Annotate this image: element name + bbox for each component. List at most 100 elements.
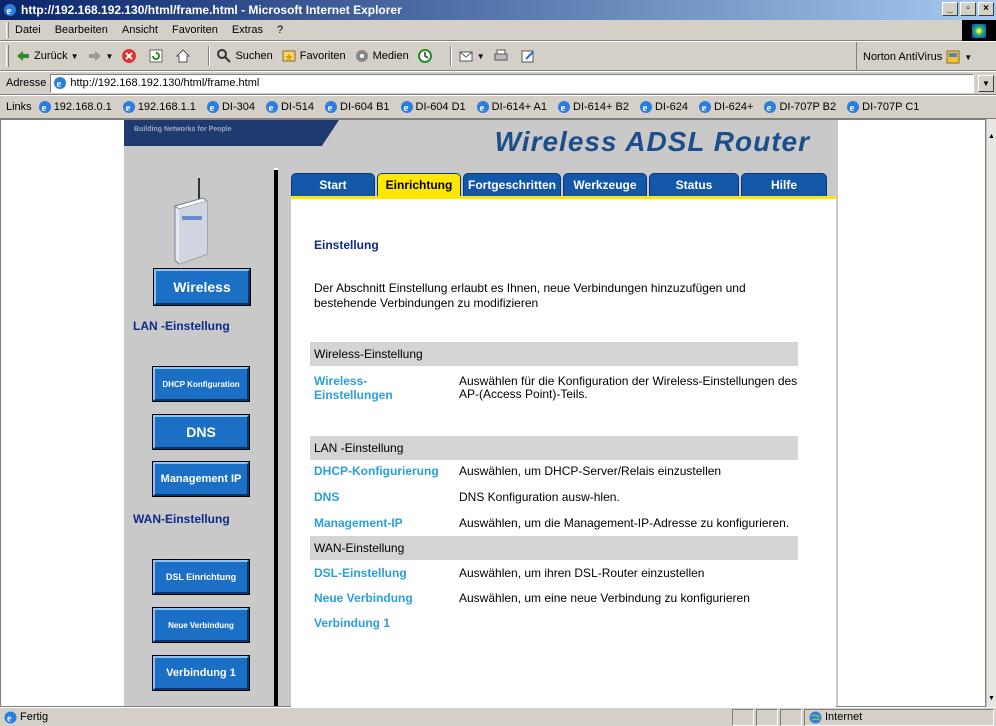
svg-text:e: e <box>850 102 855 114</box>
close-button[interactable]: × <box>978 2 994 16</box>
toolbar-separator <box>449 46 452 66</box>
links-label: Links <box>6 101 32 113</box>
minimize-button[interactable]: _ <box>942 2 958 16</box>
tab-einrichtung[interactable]: Einrichtung <box>377 173 461 197</box>
favorites-button[interactable]: Favoriten <box>281 48 346 64</box>
back-label: Zurück <box>34 50 68 62</box>
links-item[interactable]: e DI-304 <box>206 100 255 114</box>
scroll-down-icon[interactable]: ▼ <box>987 691 996 705</box>
menu-extras[interactable]: Extras <box>232 24 263 36</box>
link-page-icon: e <box>38 101 51 114</box>
links-item[interactable]: e DI-614+ B2 <box>557 100 629 114</box>
maximize-button[interactable]: ▫ <box>960 2 976 16</box>
link-page-icon: e <box>764 101 777 114</box>
link-new-connection[interactable]: Neue Verbindung <box>314 591 454 605</box>
link-wireless-settings[interactable]: Wireless-Einstellungen <box>314 374 424 402</box>
link-page-icon: e <box>476 101 489 114</box>
home-button[interactable] <box>175 48 194 64</box>
stop-button[interactable] <box>121 48 140 64</box>
links-item[interactable]: e DI-707P B2 <box>763 100 836 114</box>
links-bar: Links e 192.168.0.1 e 192.168.1.1 e DI-304 e DI… <box>0 95 996 119</box>
address-url: http://192.168.192.130/html/frame.html <box>70 77 260 89</box>
links-item-label: DI-604 B1 <box>340 101 390 113</box>
menu-datei[interactable]: Datei <box>15 24 41 36</box>
link-dhcp[interactable]: DHCP-Konfigurierung <box>314 464 454 478</box>
link-dns[interactable]: DNS <box>314 490 454 504</box>
search-button[interactable]: Suchen <box>216 48 273 64</box>
refresh-icon <box>149 49 163 63</box>
history-button[interactable] <box>417 48 436 64</box>
status-pane <box>780 708 802 726</box>
menu-bar: Datei Bearbeiten Ansicht Favoriten Extra… <box>0 20 996 41</box>
banner-tagline: Building Networks for People <box>134 126 232 133</box>
svg-text:e: e <box>57 78 62 90</box>
vertical-scrollbar[interactable]: ▲ ▼ <box>986 119 996 707</box>
nav-new-connection-button[interactable]: Neue Verbindung <box>153 608 249 642</box>
stop-icon <box>122 49 137 63</box>
svg-text:e: e <box>767 102 772 114</box>
links-item[interactable]: e 192.168.0.1 <box>38 100 112 114</box>
link-dsl[interactable]: DSL-Einstellung <box>314 566 454 580</box>
edit-button[interactable] <box>520 48 539 64</box>
page-title: Einstellung <box>314 238 379 252</box>
links-item[interactable]: e DI-514 <box>265 100 314 114</box>
section-lan: LAN -Einstellung <box>310 436 798 460</box>
link-connection1[interactable]: Verbindung 1 <box>314 616 454 630</box>
address-dropdown-button[interactable]: ▼ <box>978 74 994 92</box>
menu-help[interactable]: ? <box>277 24 283 36</box>
svg-text:e: e <box>479 102 484 114</box>
links-item[interactable]: e DI-624 <box>639 100 688 114</box>
tab-status[interactable]: Status <box>649 173 739 197</box>
favorites-label: Favoriten <box>299 50 346 62</box>
tab-fortgeschritten[interactable]: Fortgeschritten <box>463 173 561 197</box>
search-label: Suchen <box>235 50 273 62</box>
forward-button[interactable]: ▼ <box>87 48 113 64</box>
links-item[interactable]: e DI-604 B1 <box>324 100 390 114</box>
nav-dhcp-button[interactable]: DHCP Konfiguration <box>153 367 249 401</box>
tab-start[interactable]: Start <box>291 173 375 197</box>
link-page-icon: e <box>400 101 413 114</box>
links-item[interactable]: e DI-614+ A1 <box>476 100 547 114</box>
media-label: Medien <box>372 50 409 62</box>
svg-text:e: e <box>642 102 647 114</box>
links-item[interactable]: e DI-707P C1 <box>846 100 919 114</box>
nav-dsl-button[interactable]: DSL Einrichtung <box>153 560 249 594</box>
print-button[interactable] <box>493 48 512 64</box>
link-page-icon: e <box>206 101 219 114</box>
windows-logo-icon <box>962 20 996 41</box>
nav-management-ip-button[interactable]: Management IP <box>153 462 249 496</box>
section-wan: WAN-Einstellung <box>310 536 798 560</box>
nav-lan-heading: LAN -Einstellung <box>133 319 230 333</box>
link-page-icon: e <box>265 101 278 114</box>
mail-button[interactable]: ▼ <box>458 48 485 64</box>
nav-connection1-button[interactable]: Verbindung 1 <box>153 656 249 690</box>
links-item[interactable]: e DI-604 D1 <box>400 100 466 114</box>
nav-wireless-button[interactable]: Wireless <box>154 269 250 305</box>
address-input[interactable]: e http://192.168.192.130/html/frame.html <box>50 73 974 93</box>
back-arrow-icon <box>17 51 29 61</box>
page-icon: e <box>54 77 67 90</box>
tab-hilfe[interactable]: Hilfe <box>741 173 827 197</box>
scroll-up-icon[interactable]: ▲ <box>987 129 996 143</box>
link-page-icon: e <box>847 101 860 114</box>
links-item[interactable]: e DI-624+ <box>698 100 753 114</box>
norton-dropdown-icon: ▼ <box>964 52 973 62</box>
menu-favoriten[interactable]: Favoriten <box>172 24 218 36</box>
tab-werkzeuge[interactable]: Werkzeuge <box>563 173 647 197</box>
router-device-icon <box>173 178 209 265</box>
toolbar-grip <box>6 45 9 67</box>
menu-bearbeiten[interactable]: Bearbeiten <box>55 24 108 36</box>
back-button[interactable]: Zurück ▼ <box>15 48 79 64</box>
norton-antivirus-button[interactable]: Norton AntiVirus ▼ <box>856 42 996 72</box>
refresh-button[interactable] <box>148 48 167 64</box>
status-bar: e Fertig Internet <box>0 707 996 726</box>
links-item[interactable]: e 192.168.1.1 <box>122 100 196 114</box>
link-management-ip[interactable]: Management-IP <box>314 516 454 530</box>
nav-dns-button[interactable]: DNS <box>153 415 249 449</box>
router-banner: Building Networks for People Wireless AD… <box>124 120 838 168</box>
edit-icon <box>521 50 534 63</box>
menu-ansicht[interactable]: Ansicht <box>122 24 158 36</box>
link-page-icon: e <box>699 101 711 114</box>
media-button[interactable]: Medien <box>354 48 409 64</box>
address-label: Adresse <box>6 77 47 89</box>
